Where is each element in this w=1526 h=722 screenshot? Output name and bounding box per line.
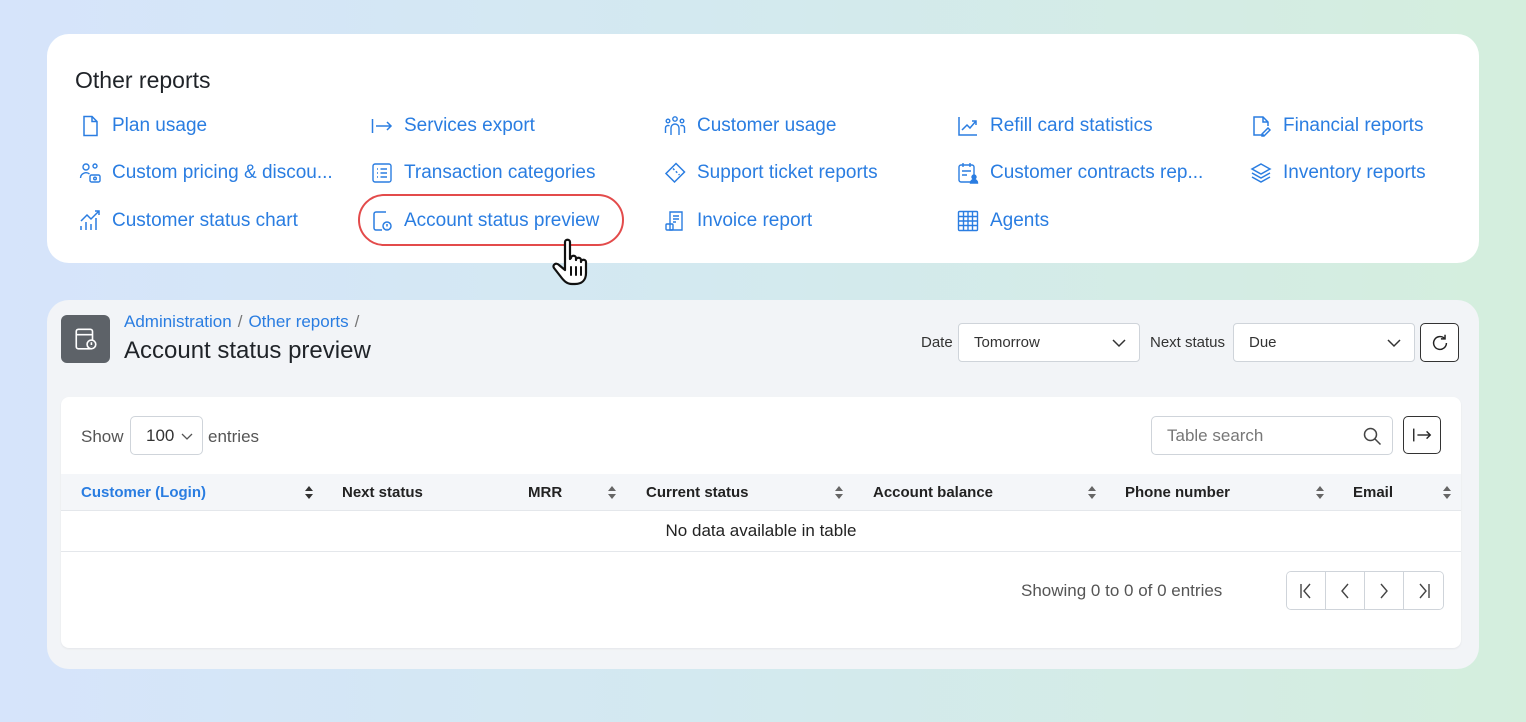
export-icon [1413,428,1432,442]
ticket-icon [663,161,687,185]
next-status-label: Next status [1150,334,1226,351]
file-edit-icon [1249,114,1273,138]
arrow-right-bar-icon [370,114,394,138]
column-header-account-balance[interactable]: Account balance [873,474,993,511]
empty-table-message: No data available in table [61,512,1461,552]
report-link-invoice-report[interactable]: Invoice report [663,209,812,233]
report-link-label: Plan usage [112,115,208,136]
first-page-icon [1300,583,1311,598]
report-link-customer-status-chart[interactable]: Customer status chart [78,209,298,233]
next-status-select[interactable]: Due [1233,323,1415,362]
last-page-icon [1418,583,1430,598]
table-header: Customer (Login) Next status MRR Current… [61,474,1461,511]
table-info: Showing 0 to 0 of 0 entries [1021,581,1223,600]
sort-icon[interactable] [834,485,844,500]
next-page-button[interactable] [1365,572,1404,609]
list-icon [370,161,394,185]
column-header-current-status[interactable]: Current status [646,474,749,511]
report-link-label: Customer usage [697,115,837,136]
report-link-label: Financial reports [1283,115,1424,136]
report-link-refill-card-statistics[interactable]: Refill card statistics [956,114,1153,138]
screen: Other reports Plan usage Services export… [0,0,1526,722]
next-status-select-value: Due [1249,334,1277,351]
grid-table-icon [956,209,980,233]
report-link-label: Agents [990,210,1050,231]
breadcrumb-other-reports[interactable]: Other reports [248,312,348,332]
column-header-mrr[interactable]: MRR [528,474,562,511]
date-select[interactable]: Tomorrow [958,323,1140,362]
page-length-value: 100 [146,425,175,445]
report-link-financial-reports[interactable]: Financial reports [1249,114,1423,138]
date-select-value: Tomorrow [974,334,1040,351]
report-link-label: Customer contracts rep... [990,162,1204,183]
report-link-services-export[interactable]: Services export [370,114,535,138]
refresh-icon [1432,334,1447,350]
chevron-right-icon [1380,583,1388,598]
report-link-plan-usage[interactable]: Plan usage [78,114,207,138]
chevron-left-icon [1341,583,1349,598]
column-header-email[interactable]: Email [1353,474,1393,511]
calendar-user-icon [956,161,980,185]
users-group-icon [663,114,687,138]
last-page-button[interactable] [1404,572,1443,609]
entries-label: entries [208,427,260,446]
report-link-label: Customer status chart [112,210,298,231]
date-label: Date [921,334,953,351]
column-header-next-status[interactable]: Next status [342,474,423,511]
report-link-support-ticket-reports[interactable]: Support ticket reports [663,161,878,185]
column-header-customer-login[interactable]: Customer (Login) [81,474,206,511]
sort-icon[interactable] [304,485,314,500]
invoice-icon [663,209,687,233]
export-button[interactable] [1403,416,1441,454]
report-link-label: Services export [404,115,535,136]
reports-title: Other reports [75,67,211,93]
report-link-label: Support ticket reports [697,162,878,183]
trend-chart-icon [956,114,980,138]
sort-icon[interactable] [1442,485,1452,500]
report-link-agents[interactable]: Agents [956,209,1049,233]
page-length-select[interactable]: 100 [130,416,203,455]
pagination [1286,571,1444,610]
report-link-label: Invoice report [697,210,813,231]
chevron-down-icon [1387,339,1401,348]
sort-icon[interactable] [1087,485,1097,500]
column-header-phone-number[interactable]: Phone number [1125,474,1230,511]
report-panel: Administration / Other reports / Account… [47,300,1479,669]
layers-icon [1249,161,1273,185]
other-reports-card: Other reports Plan usage Services export… [47,34,1479,263]
report-link-label: Transaction categories [404,162,596,183]
bar-chart-icon [78,209,102,233]
refresh-button[interactable] [1420,323,1459,362]
file-icon [78,114,102,138]
report-link-label: Custom pricing & discou... [112,162,333,183]
chevron-down-icon [181,433,193,440]
report-link-customer-contracts[interactable]: Customer contracts rep... [956,161,1203,185]
sort-icon[interactable] [1315,485,1325,500]
report-link-transaction-categories[interactable]: Transaction categories [370,161,596,185]
report-link-label: Refill card statistics [990,115,1153,136]
account-status-page-icon [61,315,110,363]
search-icon[interactable] [1362,426,1382,446]
previous-page-button[interactable] [1326,572,1365,609]
show-label: Show [81,427,124,446]
report-link-custom-pricing[interactable]: Custom pricing & discou... [78,161,333,185]
sort-icon[interactable] [607,485,617,500]
table-search-input[interactable] [1167,425,1357,446]
chevron-down-icon [1112,339,1126,348]
first-page-button[interactable] [1287,572,1326,609]
data-table-card: Show 100 entries Customer (Login) Next s… [61,397,1461,648]
report-link-label: Inventory reports [1283,162,1426,183]
report-link-customer-usage[interactable]: Customer usage [663,114,836,138]
table-search[interactable] [1151,416,1393,455]
users-pricing-icon [78,161,102,185]
page-title: Account status preview [124,337,371,364]
breadcrumb-administration[interactable]: Administration [124,312,232,332]
hand-cursor-icon [551,234,607,290]
report-link-inventory-reports[interactable]: Inventory reports [1249,161,1426,185]
breadcrumb: Administration / Other reports / [124,312,360,332]
